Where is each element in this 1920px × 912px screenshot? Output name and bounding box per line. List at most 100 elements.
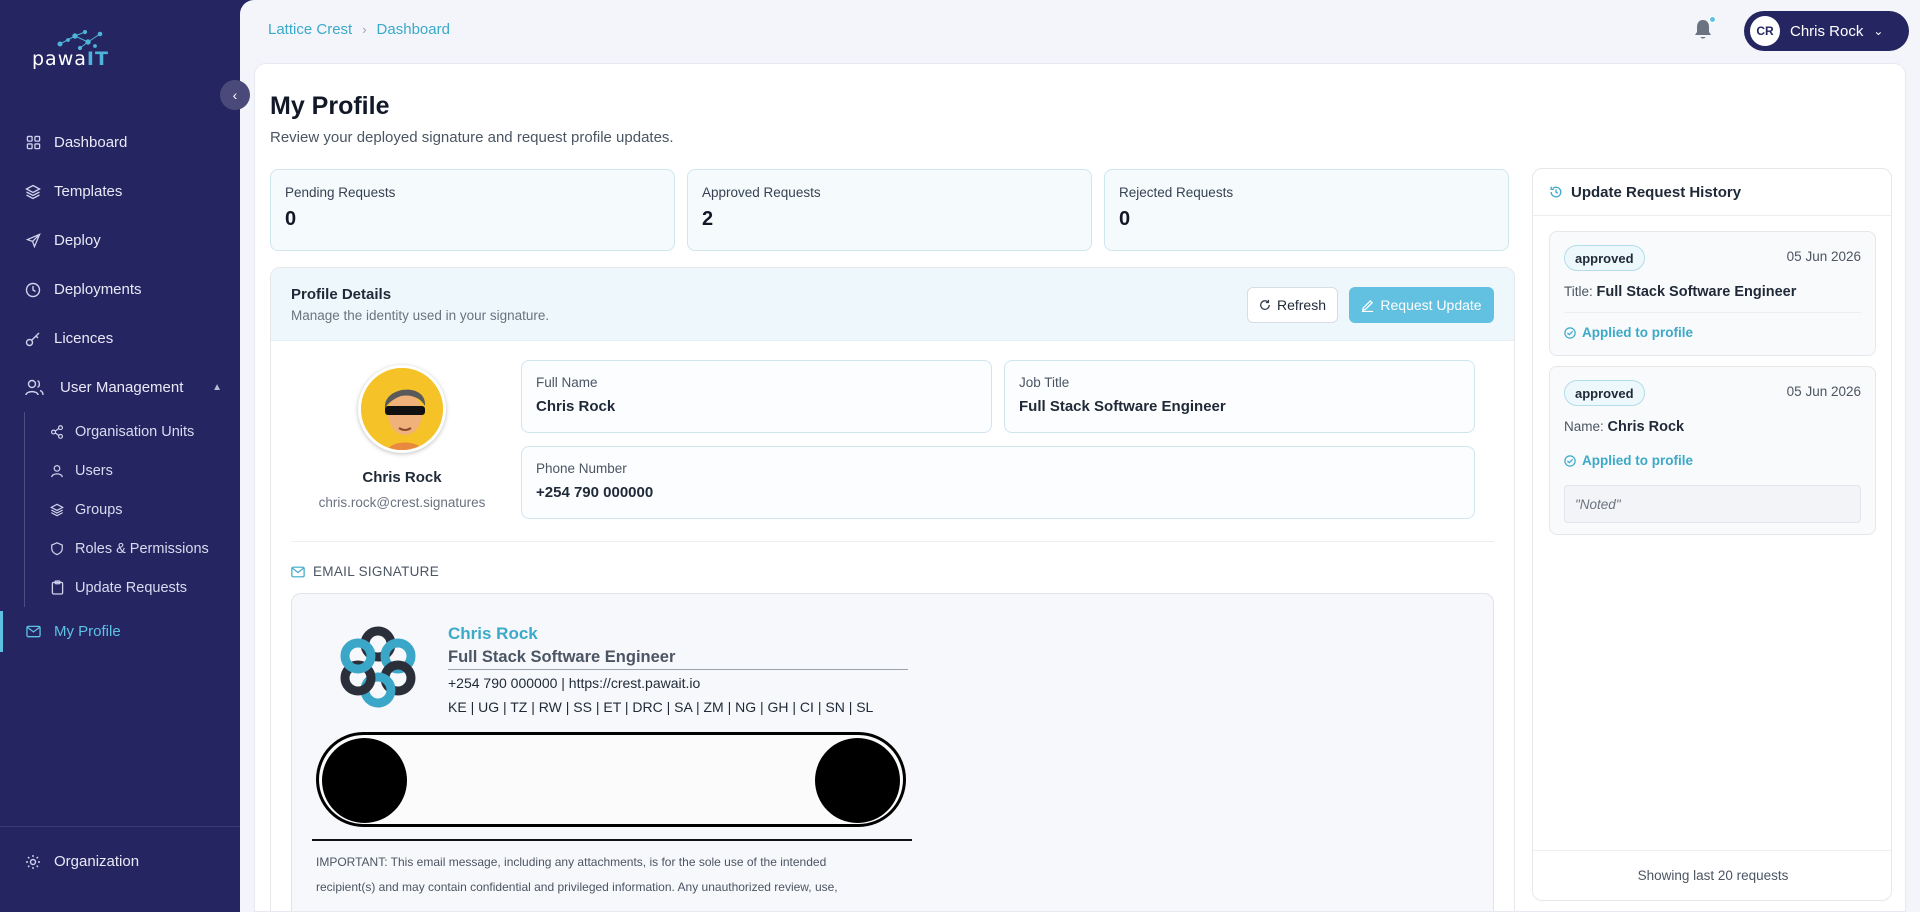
sidebar-collapse-button[interactable]: ‹ bbox=[220, 80, 250, 110]
history-request-item[interactable]: approved 05 Jun 2026 Title: Full Stack S… bbox=[1549, 231, 1876, 356]
notification-dot bbox=[1709, 16, 1716, 23]
breadcrumb-current[interactable]: Dashboard bbox=[377, 21, 450, 38]
nav-item-update-requests[interactable]: Update Requests bbox=[25, 568, 240, 607]
mail-icon bbox=[24, 623, 42, 641]
nav-item-users[interactable]: Users bbox=[25, 451, 240, 490]
banner-blob-right bbox=[815, 738, 900, 823]
request-update-label: Request Update bbox=[1380, 297, 1482, 313]
user-management-submenu: Organisation Units Users Groups Roles & … bbox=[24, 412, 240, 607]
field-value: +254 790 000000 bbox=[536, 484, 654, 501]
chevron-down-icon: ⌄ bbox=[1873, 24, 1884, 38]
nav-item-organization[interactable]: Organization bbox=[0, 837, 240, 886]
field-label: Job Title bbox=[1019, 375, 1070, 390]
brand-logo[interactable]: pawaIT bbox=[30, 30, 130, 74]
nav-label: Deploy bbox=[54, 232, 101, 249]
sub-item-label: Groups bbox=[75, 501, 123, 518]
signature-banner-image bbox=[316, 732, 906, 827]
nav-item-deploy[interactable]: Deploy bbox=[0, 216, 240, 265]
change-value: Chris Rock bbox=[1607, 419, 1685, 435]
nav-item-templates[interactable]: Templates bbox=[0, 167, 240, 216]
signature-countries: KE | UG | TZ | RW | SS | ET | DRC | SA |… bbox=[448, 699, 874, 715]
key-icon bbox=[24, 330, 42, 348]
field-value: Chris Rock bbox=[536, 398, 616, 415]
nav-label: Licences bbox=[54, 330, 114, 347]
update-request-history: Update Request History approved 05 Jun 2… bbox=[1532, 168, 1892, 901]
request-change: Title: Full Stack Software Engineer bbox=[1564, 284, 1796, 300]
stat-label: Pending Requests bbox=[285, 185, 396, 200]
profile-avatar bbox=[358, 365, 446, 453]
nav-label: Dashboard bbox=[54, 134, 128, 151]
signature-name: Chris Rock bbox=[448, 624, 538, 643]
clipboard-icon bbox=[49, 580, 65, 596]
gear-icon bbox=[24, 853, 42, 871]
applied-status: Applied to profile bbox=[1564, 453, 1693, 468]
email-signature-preview: Chris Rock Full Stack Software Engineer … bbox=[291, 593, 1494, 911]
profile-name: Chris Rock bbox=[362, 469, 442, 486]
history-title: Update Request History bbox=[1571, 183, 1742, 201]
avatar: CR bbox=[1750, 16, 1780, 46]
nav-item-groups[interactable]: Groups bbox=[25, 490, 240, 529]
banner-blob-left bbox=[322, 738, 407, 823]
chevron-left-icon: ‹ bbox=[232, 87, 238, 103]
job-title-field: Job Title Full Stack Software Engineer bbox=[1004, 360, 1475, 433]
change-label: Title: bbox=[1564, 284, 1593, 299]
nav-item-licences[interactable]: Licences bbox=[0, 314, 240, 363]
sidebar-footer: Organization bbox=[0, 826, 240, 886]
user-menu-button[interactable]: CR Chris Rock ⌄ bbox=[1744, 11, 1909, 51]
profile-page: My Profile Review your deployed signatur… bbox=[254, 63, 1906, 912]
top-bar: Lattice Crest › Dashboard CR Chris Rock … bbox=[240, 0, 1920, 60]
request-date: 05 Jun 2026 bbox=[1786, 384, 1861, 399]
chevron-up-icon[interactable]: ▲ bbox=[212, 382, 222, 393]
breadcrumb-root[interactable]: Lattice Crest bbox=[268, 21, 352, 38]
request-date: 05 Jun 2026 bbox=[1786, 249, 1861, 264]
request-update-button[interactable]: Request Update bbox=[1349, 287, 1494, 323]
nav-item-roles-permissions[interactable]: Roles & Permissions bbox=[25, 529, 240, 568]
company-logo-icon bbox=[340, 626, 416, 708]
check-circle-icon bbox=[1564, 326, 1576, 339]
nav-label: Templates bbox=[54, 183, 123, 200]
logo-wordmark: pawaIT bbox=[32, 48, 109, 70]
change-label: Name: bbox=[1564, 419, 1604, 434]
phone-number-field: Phone Number +254 790 000000 bbox=[521, 446, 1475, 519]
layers-icon bbox=[49, 502, 65, 518]
nav-item-deployments[interactable]: Deployments bbox=[0, 265, 240, 314]
mail-icon bbox=[291, 566, 305, 577]
profile-email: chris.rock@crest.signatures bbox=[318, 495, 486, 510]
breadcrumb: Lattice Crest › Dashboard bbox=[268, 21, 450, 38]
field-value: Full Stack Software Engineer bbox=[1019, 398, 1226, 415]
history-request-item[interactable]: approved 05 Jun 2026 Name: Chris Rock Ap… bbox=[1549, 366, 1876, 535]
field-label: Phone Number bbox=[536, 461, 627, 476]
send-icon bbox=[24, 232, 42, 250]
request-note: "Noted" bbox=[1564, 485, 1861, 523]
status-badge: approved bbox=[1564, 380, 1645, 406]
signature-contact: +254 790 000000 | https://crest.pawait.i… bbox=[448, 675, 701, 691]
check-circle-icon bbox=[1564, 454, 1576, 467]
divider bbox=[291, 541, 1494, 542]
profile-details-card: Profile Details Manage the identity used… bbox=[270, 267, 1515, 911]
sidebar: pawaIT Dashboard Templates Deploy Deploy… bbox=[0, 0, 240, 912]
shield-icon bbox=[49, 541, 65, 557]
notifications-button[interactable] bbox=[1693, 16, 1716, 42]
share-icon bbox=[49, 424, 65, 440]
stat-label: Approved Requests bbox=[702, 185, 821, 200]
applied-label: Applied to profile bbox=[1582, 325, 1693, 340]
user-name: Chris Rock bbox=[1790, 22, 1864, 40]
nav-item-user-management[interactable]: User Management ▲ bbox=[0, 363, 240, 412]
stat-rejected: Rejected Requests 0 bbox=[1104, 169, 1509, 251]
grid-icon bbox=[24, 134, 42, 152]
users-icon bbox=[24, 378, 44, 398]
profile-details-header: Profile Details Manage the identity used… bbox=[271, 268, 1514, 341]
history-footer: Showing last 20 requests bbox=[1533, 850, 1891, 900]
main-area: Lattice Crest › Dashboard CR Chris Rock … bbox=[240, 0, 1920, 912]
change-value: Full Stack Software Engineer bbox=[1596, 284, 1797, 300]
nav-item-organisation-units[interactable]: Organisation Units bbox=[25, 412, 240, 451]
stat-value: 2 bbox=[702, 208, 714, 230]
user-icon bbox=[49, 463, 65, 479]
nav-item-dashboard[interactable]: Dashboard bbox=[0, 118, 240, 167]
refresh-button[interactable]: Refresh bbox=[1247, 287, 1338, 323]
request-change: Name: Chris Rock bbox=[1564, 419, 1684, 435]
avatar-illustration bbox=[361, 368, 443, 450]
signature-rule bbox=[312, 839, 912, 841]
nav-item-my-profile[interactable]: My Profile bbox=[0, 607, 240, 656]
email-signature-heading: EMAIL SIGNATURE bbox=[291, 564, 439, 579]
